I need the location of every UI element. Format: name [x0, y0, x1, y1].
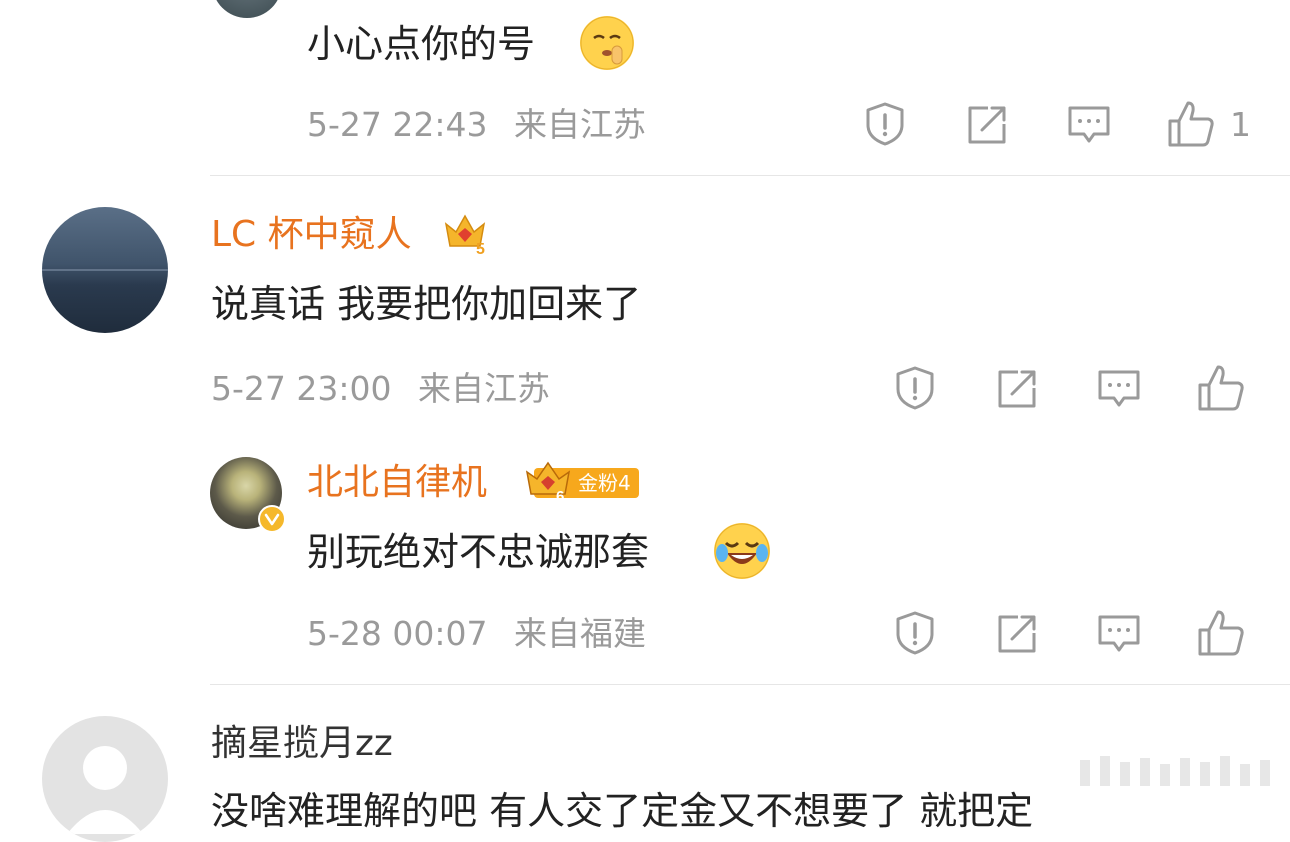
comment-text: 小心点你的号 — [307, 22, 536, 66]
username[interactable]: 摘星揽月zz — [211, 726, 393, 762]
comment-icon — [1098, 615, 1140, 652]
reply-time: 5-28 00:07 — [307, 614, 488, 653]
username[interactable]: 北北自律机 — [307, 465, 487, 501]
username[interactable]: LC 杯中窥人 — [211, 217, 412, 253]
reply-button[interactable] — [1066, 102, 1112, 148]
share-button[interactable] — [994, 611, 1040, 657]
shield-alert-icon — [866, 102, 904, 146]
like-button[interactable] — [1196, 608, 1246, 658]
comment-time: 5-27 23:00 — [211, 369, 392, 408]
comment-text: 说真话 我要把你加回来了 — [211, 282, 642, 326]
fan-badge: 金粉4 6 — [524, 460, 650, 502]
svg-text:6: 6 — [556, 488, 564, 502]
reply-button[interactable] — [1096, 366, 1142, 412]
comment-location: 来自江苏 — [514, 105, 646, 144]
report-button[interactable] — [862, 101, 908, 147]
comment-location: 来自江苏 — [418, 369, 550, 408]
like-count: 1 — [1230, 105, 1251, 144]
divider — [210, 175, 1290, 176]
comment-time: 5-27 22:43 — [307, 105, 488, 144]
like-button[interactable] — [1166, 99, 1216, 149]
comment-icon — [1068, 106, 1110, 143]
user-silhouette-icon — [67, 746, 143, 834]
shushing-face-emoji — [580, 16, 634, 70]
comment-icon — [1098, 370, 1140, 407]
avatar[interactable] — [212, 0, 282, 18]
share-icon — [998, 370, 1036, 408]
laughing-crying-emoji — [714, 523, 770, 579]
default-avatar[interactable] — [42, 716, 168, 842]
reply-button[interactable] — [1096, 611, 1142, 657]
shield-alert-icon — [896, 366, 934, 410]
report-button[interactable] — [892, 365, 938, 411]
share-icon — [998, 615, 1036, 653]
watermark — [1080, 752, 1280, 796]
crown-level-badge: 5 — [442, 210, 488, 260]
svg-text:5: 5 — [476, 241, 485, 256]
share-button[interactable] — [994, 366, 1040, 412]
comment-text: 没啥难理解的吧 有人交了定金又不想要了 就把定 — [211, 789, 1034, 833]
thumbs-up-icon — [1198, 610, 1244, 656]
like-button[interactable] — [1196, 363, 1246, 413]
shield-alert-icon — [896, 611, 934, 655]
verified-badge — [258, 505, 286, 537]
thumbs-up-icon — [1198, 365, 1244, 411]
reply-text: 别玩绝对不忠诚那套 — [307, 530, 650, 574]
avatar[interactable] — [42, 207, 168, 333]
divider — [210, 684, 1290, 685]
share-button[interactable] — [964, 102, 1010, 148]
share-icon — [968, 106, 1006, 144]
report-button[interactable] — [892, 610, 938, 656]
reply-location: 来自福建 — [514, 614, 646, 653]
thumbs-up-icon — [1168, 101, 1214, 147]
